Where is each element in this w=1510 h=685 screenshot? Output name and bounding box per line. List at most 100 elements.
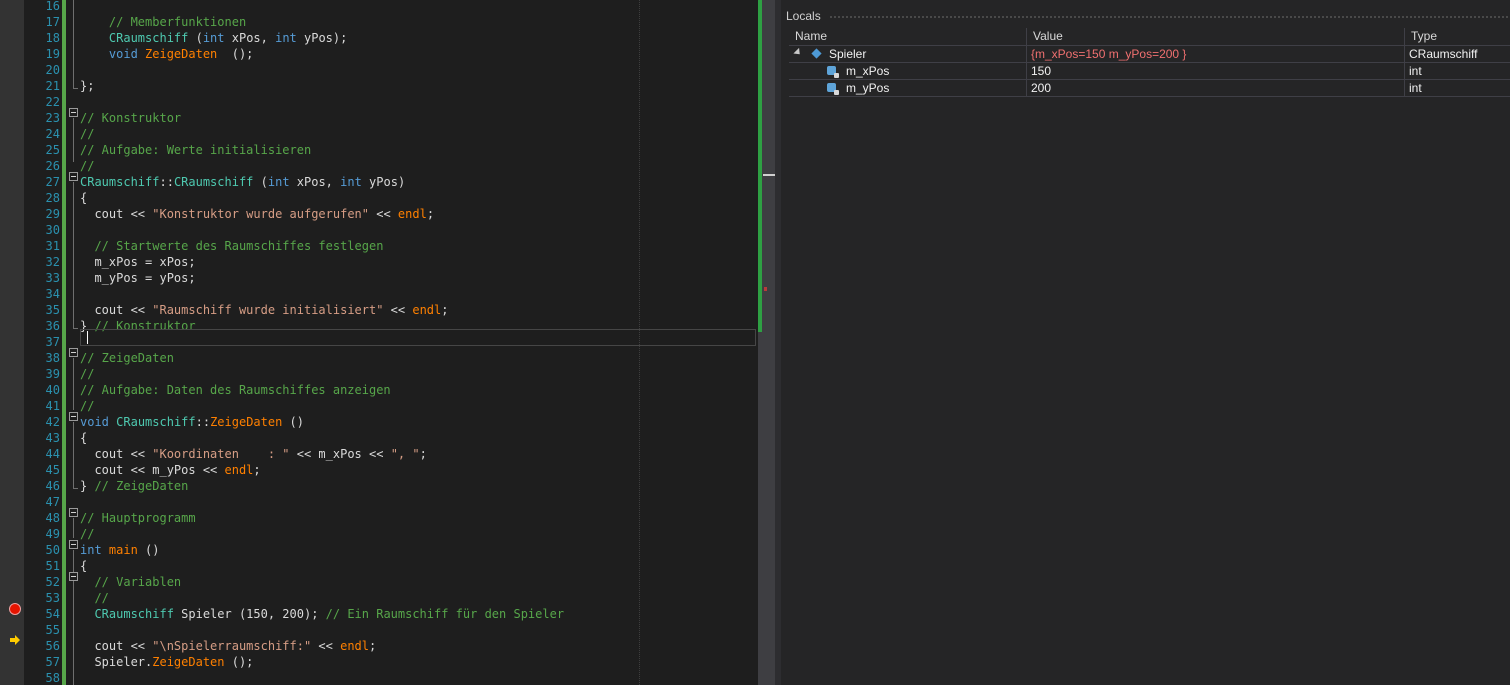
code-line[interactable]: // [80,398,94,414]
fold-guide [73,0,74,88]
locals-title: Locals [786,9,821,23]
locals-row[interactable]: Spieler {m_xPos=150 m_yPos=200 } CRaumschi… [789,46,1510,63]
fold-guide [73,550,74,685]
code-token: // Konstruktor [80,111,182,125]
code-line[interactable]: // [80,526,94,542]
drag-grip[interactable] [829,15,1510,20]
code-token: // Memberfunktionen [80,15,247,29]
code-line[interactable]: { [80,430,87,446]
code-line[interactable]: cout << "\nSpielerraumschiff:" << endl; [80,638,376,654]
line-number: 24 [45,127,60,141]
fold-guide [73,358,74,410]
column-header-value[interactable]: Value [1027,28,1405,45]
collapse-icon[interactable] [69,508,78,517]
code-token: // Startwerte des Raumschiffes festlegen [80,239,384,253]
code-line[interactable]: void ZeigeDaten (); [80,46,254,62]
code-token: ; [253,463,261,477]
private-field-icon [827,83,839,95]
code-editor[interactable]: 16 17 18 19 20 21 22 23 24 25 26 27 28 29 30 31 32 33 34 35… [0,0,775,685]
breakpoint-icon[interactable] [9,603,21,615]
fold-end [73,488,78,489]
collapse-icon[interactable] [69,572,78,581]
code-line[interactable]: cout << "Raumschiff wurde initialisiert"… [80,302,448,318]
code-token: "Raumschiff wurde initialisiert" [152,303,384,317]
code-line[interactable]: // Aufgabe: Daten des Raumschiffes anzei… [80,382,391,398]
code-line[interactable]: // Variablen [80,574,181,590]
code-token: int [340,175,362,189]
code-line[interactable]: void CRaumschiff::ZeigeDaten () [80,414,304,430]
code-line[interactable]: CRaumschiff::CRaumschiff (int xPos, int … [80,174,405,190]
code-line[interactable]: // Memberfunktionen [80,14,246,30]
locals-title-bar[interactable]: Locals [781,6,1510,26]
code-line[interactable]: { [80,190,87,206]
collapse-icon[interactable] [69,540,78,549]
code-token: // Aufgabe: Werte initialisieren [80,143,312,157]
locals-name-cell: m_xPos [789,63,1027,79]
code-line[interactable]: int main () [80,542,160,558]
locals-value-cell[interactable]: 150 [1027,63,1405,79]
line-number: 27 [45,175,60,189]
column-header-name[interactable]: Name [789,28,1027,45]
code-line[interactable]: // [80,158,94,174]
locals-value-cell[interactable]: 200 [1027,80,1405,96]
code-line[interactable]: // ZeigeDaten [80,350,174,366]
code-line[interactable]: Spieler.ZeigeDaten (); [80,654,253,670]
code-line[interactable]: cout << "Koordinaten : " << m_xPos << ",… [80,446,426,462]
code-token: yPos) [361,175,406,189]
glyph-margin[interactable] [0,0,24,685]
text-caret [87,331,88,344]
expanded-triangle-icon[interactable] [793,47,803,58]
locals-type-cell: int [1409,64,1422,78]
line-number: 25 [45,143,60,157]
locals-value-cell[interactable]: {m_xPos=150 m_yPos=200 } [1027,46,1405,62]
code-token: << [311,639,341,653]
collapse-icon[interactable] [69,348,78,357]
vertical-scrollbar[interactable] [758,0,775,685]
locals-row[interactable]: m_yPos 200 int [789,80,1510,97]
code-token: cout << m_yPos << [80,463,225,477]
line-number: 21 [45,79,60,93]
code-token: cout << [80,303,153,317]
line-number: 43 [45,431,60,445]
code-line[interactable]: // [80,366,94,382]
line-number: 55 [45,623,60,637]
code-line[interactable]: m_xPos = xPos; [80,254,195,270]
current-line-highlight [80,329,756,346]
code-line[interactable]: { [80,558,87,574]
code-token: ZeigeDaten [145,47,218,61]
code-token: { [80,191,88,205]
locals-variable-name: m_xPos [846,64,890,78]
code-token: << [383,303,413,317]
fold-guide [73,118,74,162]
collapse-icon[interactable] [69,412,78,421]
object-icon [811,48,822,59]
code-token: endl [224,463,254,477]
code-line[interactable]: // Aufgabe: Werte initialisieren [80,142,311,158]
code-token: endl [340,639,370,653]
code-line[interactable]: }; [80,78,94,94]
scroll-position-marker[interactable] [763,174,775,176]
line-number: 53 [45,591,60,605]
code-token: CRaumschiff [80,31,189,45]
collapse-icon[interactable] [69,108,78,117]
code-token: // ZeigeDaten [80,351,174,365]
code-token: int [80,543,102,557]
code-line[interactable]: // Hauptprogramm [80,510,196,526]
collapse-icon[interactable] [69,172,78,181]
code-line[interactable]: CRaumschiff Spieler (150, 200); // Ein R… [80,606,564,622]
code-line[interactable]: m_yPos = yPos; [80,270,195,286]
code-line[interactable]: // Startwerte des Raumschiffes festlegen [80,238,383,254]
line-number: 22 [45,95,60,109]
column-header-type[interactable]: Type [1405,28,1510,45]
locals-row[interactable]: m_xPos 150 int [789,63,1510,80]
line-number: 54 [45,607,60,621]
code-line[interactable]: // Konstruktor [80,110,181,126]
code-line[interactable]: cout << "Konstruktor wurde aufgerufen" <… [80,206,434,222]
code-line[interactable]: // [80,126,94,142]
code-line[interactable]: } // ZeigeDaten [80,478,188,494]
code-token: CRaumschiff [80,607,174,621]
code-line[interactable]: cout << m_yPos << endl; [80,462,261,478]
code-line[interactable]: // [80,590,108,606]
code-line[interactable]: CRaumschiff (int xPos, int yPos); [80,30,347,46]
